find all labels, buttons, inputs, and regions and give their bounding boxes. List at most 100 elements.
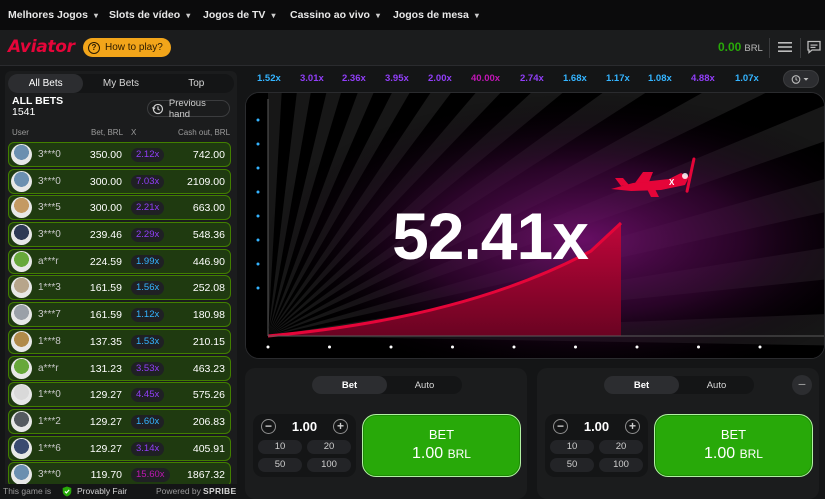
bet-button-currency: BRL — [447, 447, 471, 461]
tab-bet[interactable]: Bet — [312, 376, 387, 394]
how-to-play-button[interactable]: ? How to play? — [83, 38, 171, 57]
avatar — [11, 304, 32, 326]
chevron-down-icon: ▾ — [186, 10, 191, 20]
history-multiplier[interactable]: 1.08x — [648, 73, 672, 84]
remove-panel-button[interactable]: − — [792, 375, 812, 395]
all-bets-count: 1541 — [12, 106, 36, 118]
x-axis-dot — [512, 345, 516, 349]
history-multiplier[interactable]: 1.17x — [606, 73, 630, 84]
bet-button-label: BET — [720, 427, 747, 442]
quick-stake-50[interactable]: 50 — [258, 458, 302, 472]
bet-cash-out: 1867.32 — [187, 469, 225, 482]
bets-panel: All Bets My Bets Top ALL BETS 1541 Previ… — [5, 71, 237, 499]
shield-check-icon — [62, 486, 72, 497]
bet-user: 1***6 — [38, 442, 61, 454]
bet-row: a***r 224.59 1.99x 446.90 — [8, 248, 231, 274]
bet-user: 3***7 — [38, 309, 61, 321]
chat-icon[interactable] — [806, 40, 822, 54]
game-canvas: X 52.41x — [245, 92, 825, 359]
quick-stake-100[interactable]: 100 — [307, 458, 351, 472]
history-multiplier[interactable]: 1.68x — [563, 73, 587, 84]
history-multiplier[interactable]: 4.88x — [691, 73, 715, 84]
quick-stake-100[interactable]: 100 — [599, 458, 643, 472]
nav-cassino-ao-vivo[interactable]: Cassino ao vivo ▾ — [290, 9, 380, 21]
tab-auto[interactable]: Auto — [679, 376, 754, 394]
place-bet-button[interactable]: BET 1.00 BRL — [654, 414, 813, 477]
bet-multiplier-badge: 1.53x — [131, 334, 165, 349]
balance-currency: BRL — [744, 43, 763, 54]
quick-stake-20[interactable]: 20 — [599, 440, 643, 454]
history-multiplier[interactable]: 1.52x — [257, 73, 281, 84]
history-multiplier[interactable]: 3.01x — [300, 73, 324, 84]
nav-melhores-jogos[interactable]: Melhores Jogos ▾ — [8, 9, 98, 21]
history-dropdown-icon — [791, 74, 809, 84]
top-navigation: Melhores Jogos ▾ Slots de vídeo ▾ Jogos de… — [0, 0, 825, 30]
history-toggle-button[interactable] — [783, 70, 819, 88]
bet-cash-out: 548.36 — [192, 229, 225, 242]
question-icon: ? — [88, 41, 100, 54]
balance: 0.00 BRL — [718, 40, 763, 54]
tab-top[interactable]: Top — [159, 74, 234, 93]
nav-label: Cassino ao vivo — [290, 9, 370, 21]
nav-jogos-de-mesa[interactable]: Jogos de mesa ▾ — [393, 9, 479, 21]
tab-auto[interactable]: Auto — [387, 376, 462, 394]
avatar — [11, 410, 32, 432]
history-multiplier[interactable]: 1.07x — [735, 73, 759, 84]
avatar — [11, 277, 32, 299]
panel-footer: This game is Provably Fair Powered by SP… — [0, 484, 237, 499]
spribe-logo[interactable]: SPRIBE — [203, 486, 236, 496]
history-multiplier[interactable]: 2.36x — [342, 73, 366, 84]
history-clock-icon — [152, 103, 164, 114]
bet-amount: 300.00 — [89, 202, 122, 215]
bet-amount: 300.00 — [89, 175, 122, 188]
increase-stake-button[interactable]: + — [625, 419, 640, 434]
history-multiplier[interactable]: 2.74x — [520, 73, 544, 84]
tab-my-bets[interactable]: My Bets — [83, 74, 158, 93]
menu-icon[interactable] — [777, 40, 793, 54]
svg-text:X: X — [669, 178, 675, 187]
multiplier-history: 1.07x 4.88x 1.08x 1.17x 1.68x 2.74x 40.00x 2.00… — [245, 70, 825, 88]
bet-row: 1***8 137.35 1.53x 210.15 — [8, 328, 231, 354]
quick-stake-50[interactable]: 50 — [550, 458, 594, 472]
y-axis-dot — [256, 286, 260, 290]
bet-amount: 224.59 — [89, 255, 122, 268]
previous-hand-button[interactable]: Previous hand — [147, 98, 230, 120]
provably-fair-link[interactable]: Provably Fair — [77, 486, 127, 496]
bet-row: a***r 131.23 3.53x 463.23 — [8, 355, 231, 381]
history-multiplier[interactable]: 40.00x — [471, 73, 500, 84]
nav-label: Slots de vídeo — [109, 9, 181, 21]
game-header: Aviator ? How to play? 0.00 BRL — [0, 30, 825, 66]
bet-cash-out: 463.23 — [192, 362, 225, 375]
increase-stake-button[interactable]: + — [333, 419, 348, 434]
bet-cash-out: 742.00 — [192, 149, 225, 161]
quick-stake-20[interactable]: 20 — [307, 440, 351, 454]
x-axis-dot — [758, 345, 762, 349]
quick-stake-10[interactable]: 10 — [550, 440, 594, 454]
avatar — [11, 357, 32, 379]
bet-multiplier-badge: 1.12x — [131, 308, 165, 323]
history-multiplier[interactable]: 3.95x — [385, 73, 409, 84]
place-bet-button[interactable]: BET 1.00 BRL — [362, 414, 521, 477]
tab-all-bets[interactable]: All Bets — [8, 74, 84, 93]
bets-column-headers: User Bet, BRL X Cash out, BRL — [5, 128, 237, 140]
avatar — [11, 250, 32, 272]
aviator-logo[interactable]: Aviator — [8, 37, 75, 57]
bet-multiplier-badge: 4.45x — [131, 388, 165, 403]
bet-button-currency: BRL — [739, 447, 763, 461]
nav-slots-de-video[interactable]: Slots de vídeo ▾ — [109, 9, 190, 21]
avatar — [11, 437, 32, 459]
nav-jogos-de-tv[interactable]: Jogos de TV ▾ — [203, 9, 275, 21]
avatar — [11, 384, 32, 406]
bet-multiplier-badge: 3.53x — [131, 361, 165, 376]
bet-multiplier-badge: 2.21x — [131, 201, 165, 216]
bet-row: 3***0 350.00 2.12x 742.00 — [8, 142, 231, 167]
bet-row: 3***7 161.59 1.12x 180.98 — [8, 302, 231, 328]
history-multiplier[interactable]: 2.00x — [428, 73, 452, 84]
quick-stake-10[interactable]: 10 — [258, 440, 302, 454]
bet-button-value: 1.00 — [704, 445, 736, 462]
bet-button-amount: 1.00 BRL — [363, 445, 520, 463]
bet-multiplier-badge: 1.60x — [131, 414, 165, 429]
y-axis-dot — [256, 166, 260, 170]
bet-mode-toggle: Bet Auto — [312, 376, 462, 394]
tab-bet[interactable]: Bet — [604, 376, 679, 394]
